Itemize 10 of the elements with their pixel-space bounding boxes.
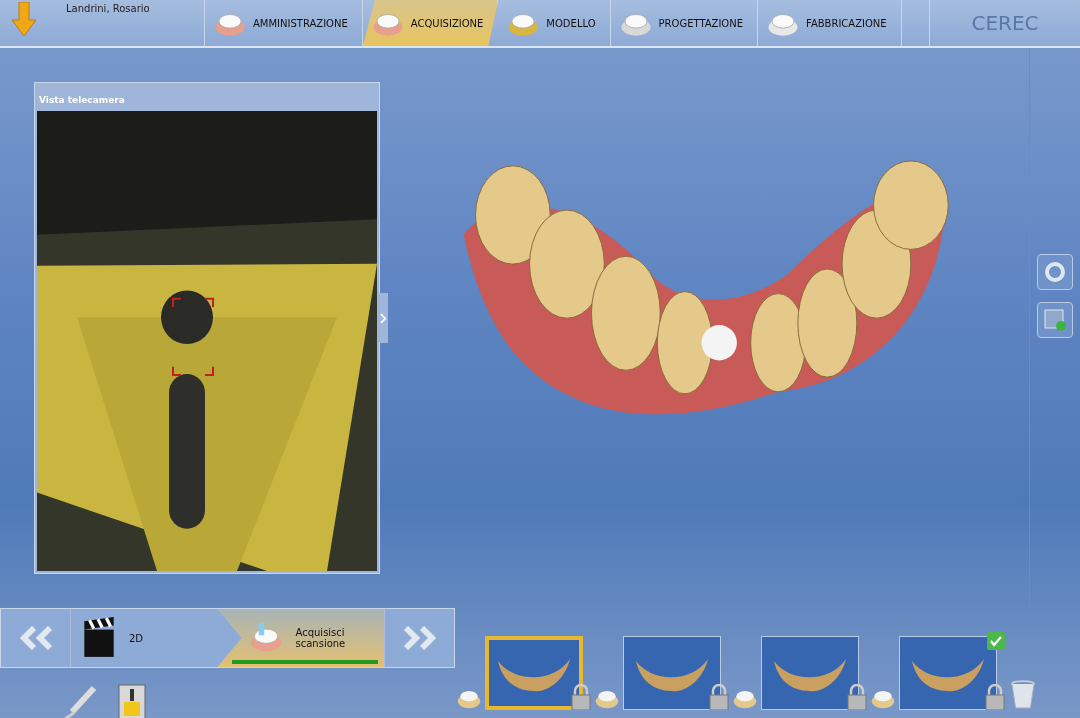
brand-logo-text: CEREC [971,11,1039,35]
substep-tab[interactable]: Acquisisci scansione [217,609,384,667]
workflow-step-tab[interactable]: AMMINISTRAZIONE [205,0,363,46]
workflow-step-tab[interactable]: FABBRICAZIONE [758,0,902,46]
substep-tab[interactable]: 2D [71,609,218,667]
patient-name: Landrini, Rosario [66,3,150,14]
workflow-step-tab[interactable]: ACQUISIZIONE [362,0,499,46]
workflow-step-tab[interactable]: MODELLO [498,0,611,46]
workflow-step-tab[interactable]: PROGETTAZIONE [610,0,759,46]
panel-title: Vista telecamera [38,94,126,107]
